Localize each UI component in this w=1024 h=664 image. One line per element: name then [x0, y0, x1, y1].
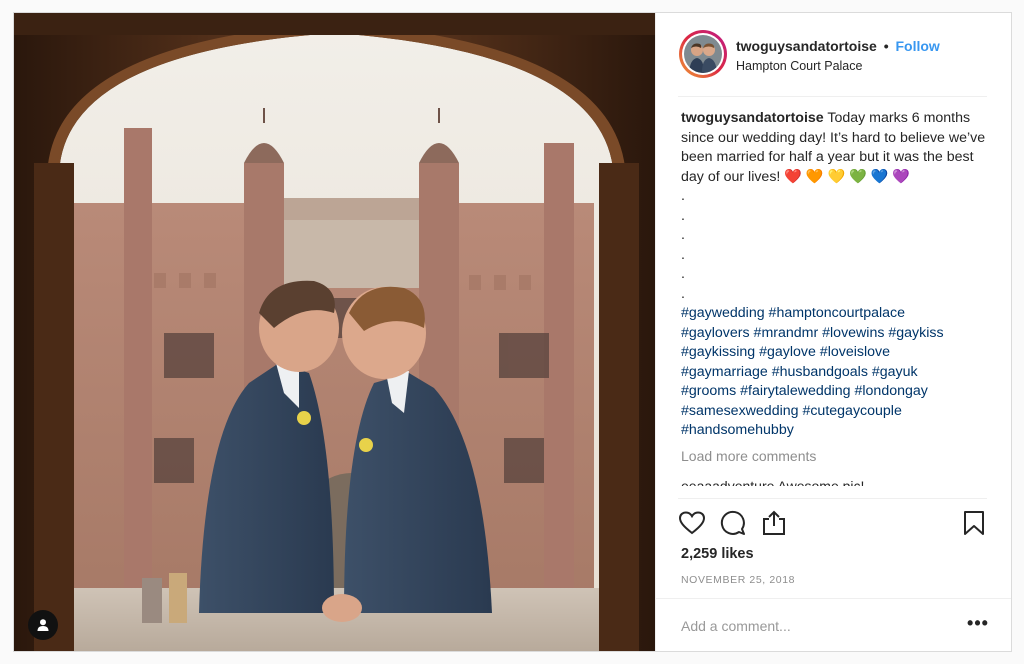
hashtag-line[interactable]: #gaymarriage #husbandgoals #gayuk [681, 363, 991, 383]
dot-line: . [681, 266, 685, 282]
avatar-image [684, 35, 722, 73]
comment-icon [720, 510, 745, 535]
comment-item: eeaaadventure Awesome pic! [681, 478, 865, 486]
dot-line: . [681, 246, 685, 263]
user-tag-button[interactable] [28, 610, 58, 640]
actions-divider [678, 498, 987, 499]
follow-button[interactable]: Follow [895, 38, 939, 54]
caption: twoguysandatortoise Today marks 6 months… [681, 109, 991, 187]
bookmark-icon [964, 511, 984, 535]
avatar[interactable] [679, 30, 727, 78]
dot-line: . [681, 188, 685, 204]
more-options-button[interactable]: ••• [966, 614, 990, 636]
post-date[interactable]: NOVEMBER 25, 2018 [681, 574, 795, 586]
separator-dot: • [883, 38, 889, 54]
save-button[interactable] [960, 509, 988, 537]
header-username[interactable]: twoguysandatortoise [736, 38, 877, 54]
post-photo[interactable] [14, 13, 655, 651]
caption-username[interactable]: twoguysandatortoise [681, 110, 824, 126]
hashtag-line[interactable]: #gaywedding #hamptoncourtpalace [681, 304, 991, 324]
like-button[interactable] [678, 509, 706, 537]
hashtag-line[interactable]: #grooms #fairytalewedding #londongay [681, 382, 991, 402]
share-button[interactable] [760, 509, 788, 537]
user-tag-icon [37, 619, 49, 631]
post-header: twoguysandatortoise • Follow Hampton Cou… [656, 13, 1011, 97]
hashtag-line[interactable]: #handsomehubby [681, 421, 991, 441]
hashtag-line[interactable]: #gaykissing #gaylove #loveislove [681, 343, 991, 363]
heart-icon [679, 511, 705, 535]
comment-button[interactable] [719, 509, 747, 537]
dot-line: . [681, 285, 685, 302]
share-icon [763, 510, 785, 535]
hashtag-block: #gaywedding #hamptoncourtpalace #gaylove… [681, 304, 991, 441]
dot-line: . [681, 227, 685, 243]
comment-divider [656, 598, 1011, 599]
dot-line: . [681, 207, 685, 224]
add-comment-input[interactable] [681, 616, 941, 636]
load-more-comments-button[interactable]: Load more comments [681, 447, 991, 467]
caption-dots: . . . . . . [681, 187, 991, 304]
location-link[interactable]: Hampton Court Palace [736, 59, 862, 73]
header-username-row: twoguysandatortoise • Follow [736, 38, 940, 54]
hashtag-line[interactable]: #samesexwedding #cutegaycouple [681, 402, 991, 422]
action-bar [678, 509, 990, 537]
post-sidebar: twoguysandatortoise • Follow Hampton Cou… [655, 13, 1011, 651]
hashtag-line[interactable]: #gaylovers #mrandmr #lovewins #gaykiss [681, 324, 991, 344]
header-divider [678, 96, 987, 97]
likes-count[interactable]: 2,259 likes [681, 546, 754, 562]
comments-area: twoguysandatortoise Today marks 6 months… [681, 109, 991, 505]
wedding-photo-image [14, 13, 655, 651]
post-card: twoguysandatortoise • Follow Hampton Cou… [13, 12, 1012, 652]
